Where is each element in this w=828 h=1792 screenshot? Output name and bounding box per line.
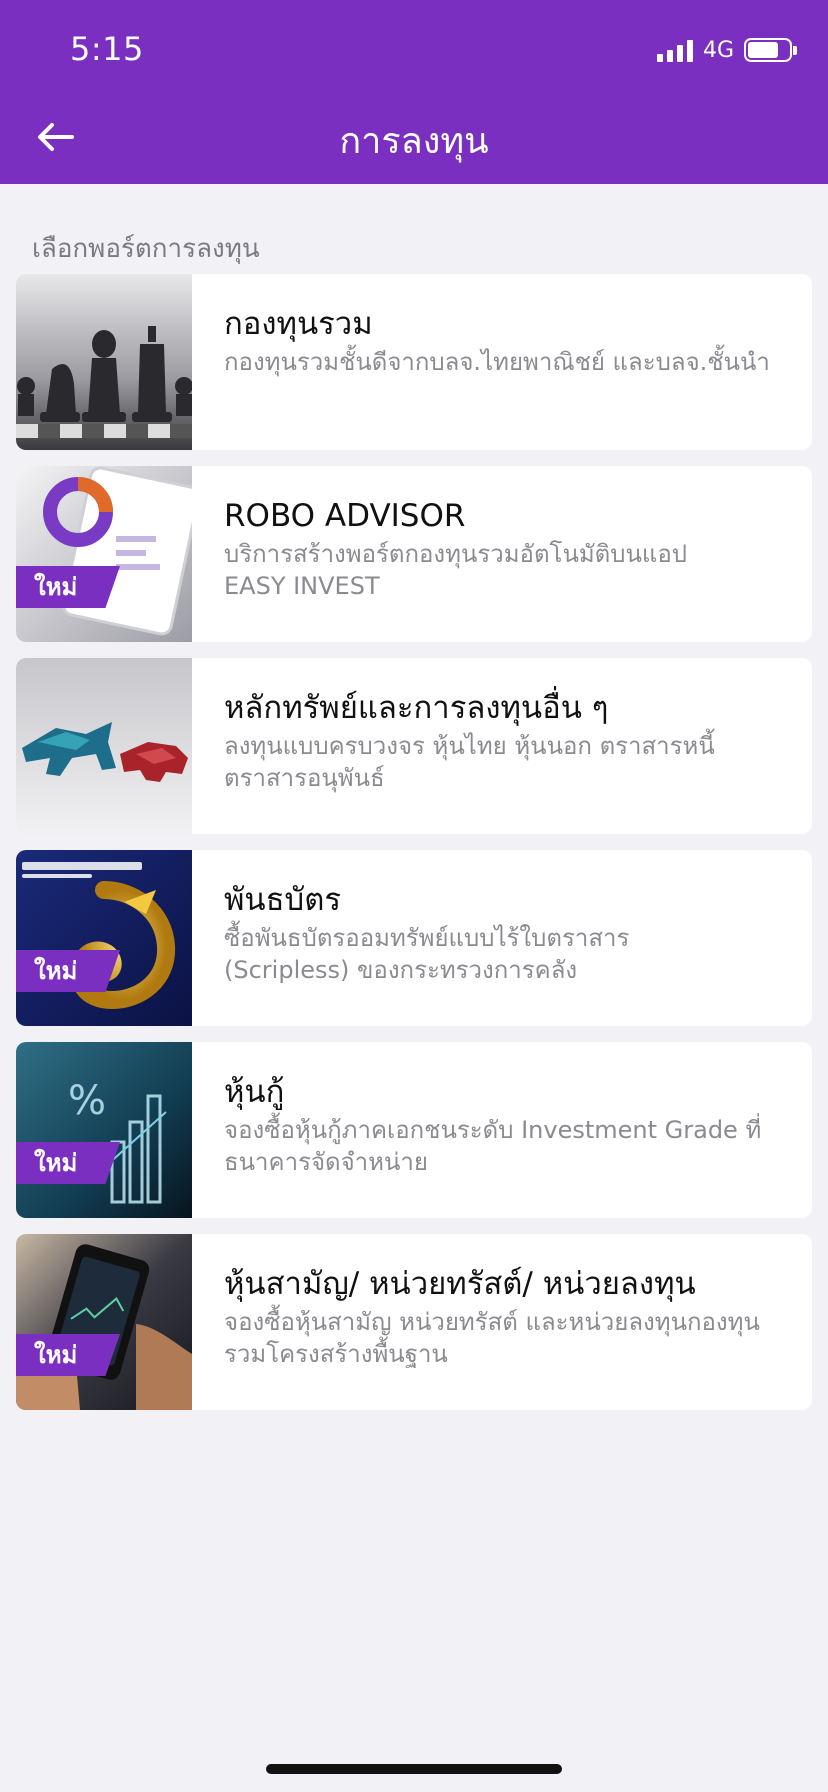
app-header: 5:15 4G การลงทุน — [0, 0, 828, 184]
investment-menu-list: กองทุนรวม กองทุนรวมชั้นดีจากบลจ.ไทยพาณิช… — [16, 274, 812, 1426]
page-title: การลงทุน — [339, 121, 489, 162]
government-bond-image: ใหม่ — [16, 850, 192, 1026]
menu-item-bonds[interactable]: ใหม่ พันธบัตร ซื้อพันธบัตรออมทรัพย์แบบไร… — [16, 850, 812, 1026]
menu-item-text: พันธบัตร ซื้อพันธบัตรออมทรัพย์แบบไร้ใบตร… — [224, 880, 792, 986]
menu-item-desc: ลงทุนแบบครบวงจร หุ้นไทย หุ้นนอก ตราสารหน… — [224, 732, 715, 760]
new-badge: ใหม่ — [16, 950, 120, 992]
menu-item-mutual-fund[interactable]: กองทุนรวม กองทุนรวมชั้นดีจากบลจ.ไทยพาณิช… — [16, 274, 812, 450]
menu-item-desc-line2: EASY INVEST — [224, 572, 380, 600]
signal-icon — [656, 38, 693, 62]
status-time: 5:15 — [70, 30, 144, 68]
menu-item-desc-line2: ตราสารอนุพันธ์ — [224, 764, 385, 792]
percent-chart-image: % ใหม่ — [16, 1042, 192, 1218]
new-badge: ใหม่ — [16, 1334, 120, 1376]
menu-item-title: พันธบัตร — [224, 882, 342, 918]
menu-item-title: หลักทรัพย์และการลงทุนอื่น ๆ — [224, 690, 609, 726]
svg-text:%: % — [68, 1078, 106, 1124]
menu-item-desc-line2: (Scripless) ของกระทรวงการคลัง — [224, 956, 578, 984]
new-badge: ใหม่ — [16, 566, 120, 608]
status-indicators: 4G — [656, 36, 797, 64]
network-type: 4G — [702, 37, 734, 63]
menu-item-text: ROBO ADVISOR บริการสร้างพอร์ตกองทุนรวมอั… — [224, 496, 792, 602]
menu-item-securities[interactable]: หลักทรัพย์และการลงทุนอื่น ๆ ลงทุนแบบครบว… — [16, 658, 812, 834]
battery-icon — [744, 38, 797, 62]
menu-item-title: ROBO ADVISOR — [224, 498, 466, 534]
menu-item-equities[interactable]: ใหม่ หุ้นสามัญ/ หน่วยทรัสต์/ หน่วยลงทุน … — [16, 1234, 812, 1410]
menu-item-title: หุ้นกู้ — [224, 1074, 285, 1110]
phone-trading-image: ใหม่ — [16, 1234, 192, 1410]
menu-item-robo-advisor[interactable]: ใหม่ ROBO ADVISOR บริการสร้างพอร์ตกองทุน… — [16, 466, 812, 642]
menu-item-desc-line2: ธนาคารจัดจำหน่าย — [224, 1148, 428, 1176]
home-indicator[interactable] — [266, 1764, 562, 1774]
menu-item-title: หุ้นสามัญ/ หน่วยทรัสต์/ หน่วยลงทุน — [224, 1266, 696, 1302]
menu-item-text: กองทุนรวม กองทุนรวมชั้นดีจากบลจ.ไทยพาณิช… — [224, 304, 792, 378]
tablet-chart-image: ใหม่ — [16, 466, 192, 642]
menu-item-desc: จองซื้อหุ้นสามัญ หน่วยทรัสต์ และหน่วยลงท… — [224, 1308, 760, 1336]
menu-item-desc: จองซื้อหุ้นกู้ภาคเอกชนระดับ Investment G… — [224, 1116, 762, 1144]
menu-item-desc: ซื้อพันธบัตรออมทรัพย์แบบไร้ใบตราสาร — [224, 924, 630, 952]
chess-pieces-image — [16, 274, 192, 450]
menu-item-text: หลักทรัพย์และการลงทุนอื่น ๆ ลงทุนแบบครบว… — [224, 688, 792, 794]
new-badge: ใหม่ — [16, 1142, 120, 1184]
menu-item-title: กองทุนรวม — [224, 306, 373, 342]
menu-item-desc: บริการสร้างพอร์ตกองทุนรวมอัตโนมัติบนแอป — [224, 540, 688, 568]
bull-bear-image — [16, 658, 192, 834]
menu-item-text: หุ้นสามัญ/ หน่วยทรัสต์/ หน่วยลงทุน จองซื… — [224, 1264, 792, 1370]
menu-item-text: หุ้นกู้ จองซื้อหุ้นกู้ภาคเอกชนระดับ Inve… — [224, 1072, 792, 1178]
menu-item-debentures[interactable]: % ใหม่ หุ้นกู้ จองซื้อหุ้นกู้ภาคเอกชนระด… — [16, 1042, 812, 1218]
section-label: เลือกพอร์ตการลงทุน — [32, 234, 260, 264]
menu-item-desc: กองทุนรวมชั้นดีจากบลจ.ไทยพาณิชย์ และบลจ.… — [224, 348, 770, 376]
menu-item-desc-line2: รวมโครงสร้างพื้นฐาน — [224, 1340, 448, 1368]
